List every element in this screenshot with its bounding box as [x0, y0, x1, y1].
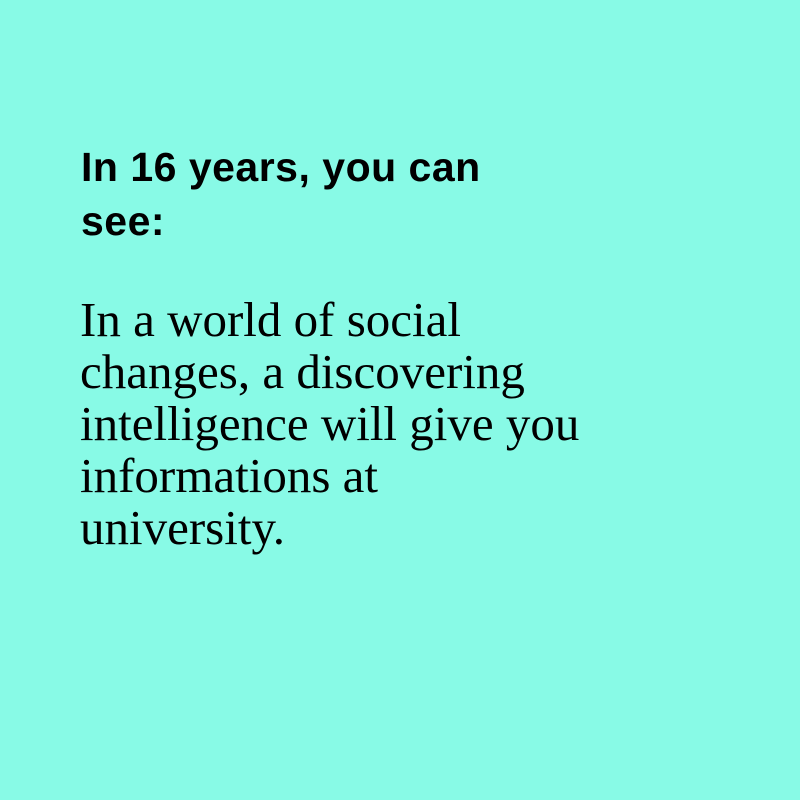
body-line: changes, a discovering [80, 344, 525, 399]
heading-line: see: [81, 198, 166, 244]
body-line: university. [80, 500, 286, 555]
body-line: In a world of social [80, 292, 461, 347]
body-line: intelligence will give you [80, 396, 580, 451]
body-line: informations at [80, 448, 379, 503]
body-text: In a world of social changes, a discover… [80, 294, 720, 554]
heading: In 16 years, you can see: [81, 140, 701, 248]
heading-line: In 16 years, you can [81, 144, 481, 190]
quote-card: In 16 years, you can see: In a world of … [0, 0, 800, 800]
